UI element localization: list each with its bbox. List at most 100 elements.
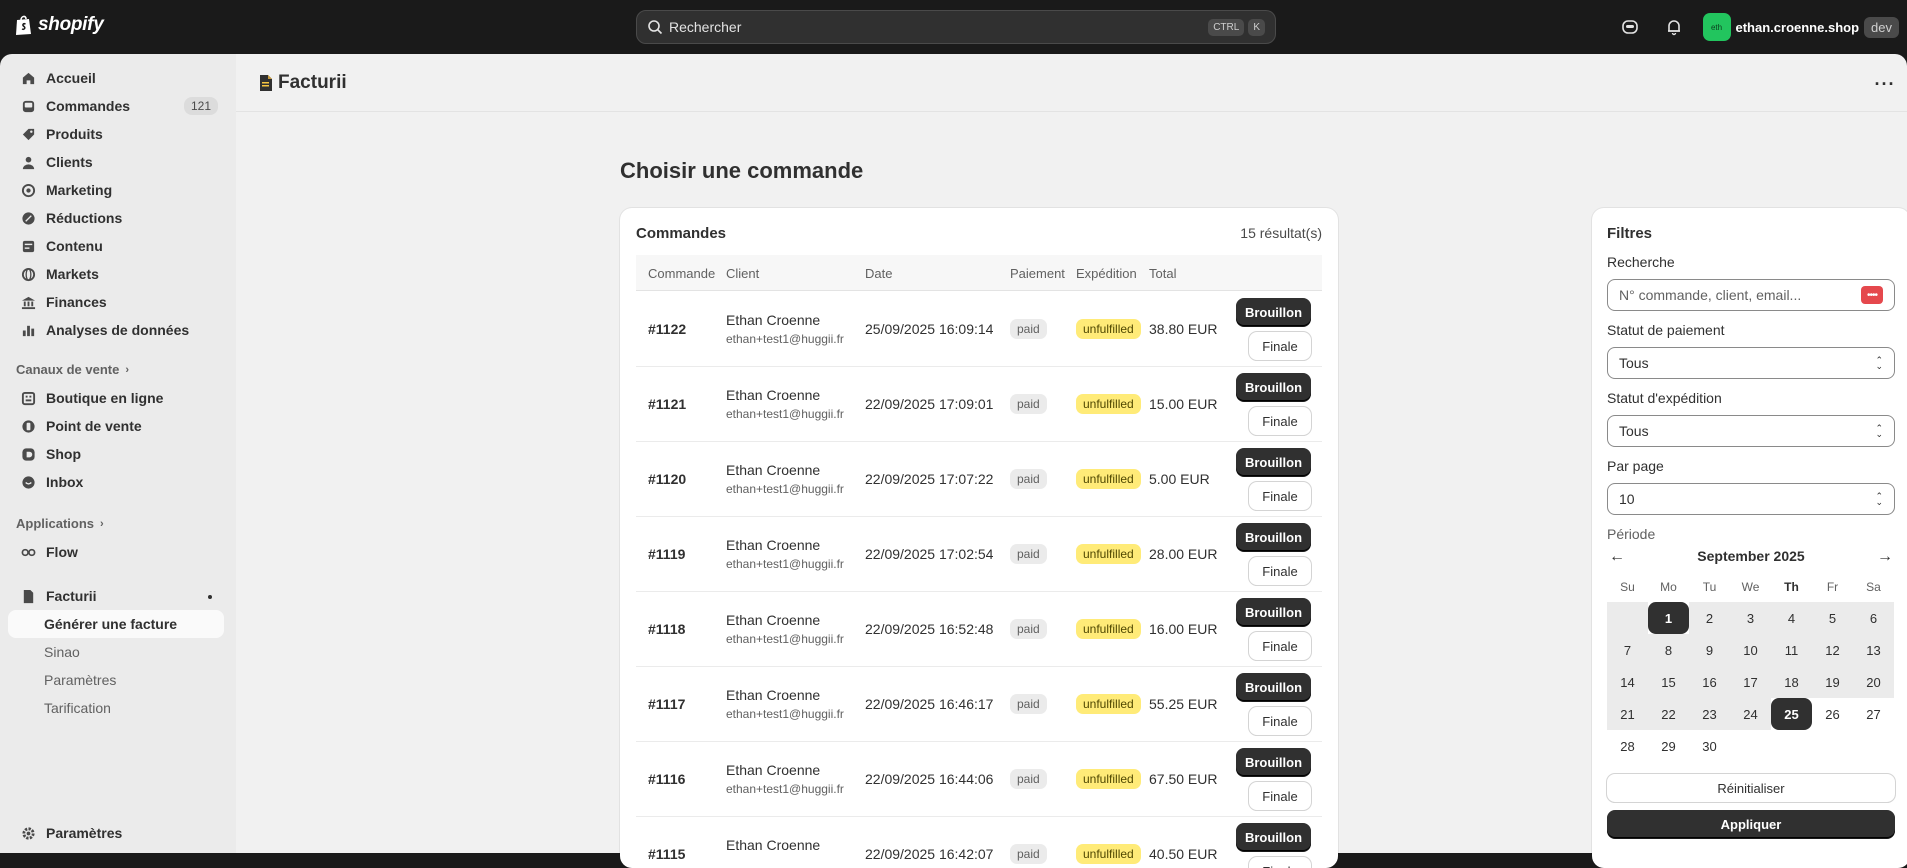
final-button[interactable]: Finale (1249, 557, 1311, 585)
sidebar-item-reductions[interactable]: Réductions (8, 204, 224, 232)
calendar-day[interactable]: 4 (1771, 602, 1812, 634)
customer-name: Ethan Croenne (726, 312, 820, 328)
calendar-day[interactable]: 17 (1730, 666, 1771, 698)
calendar-day[interactable]: 21 (1607, 698, 1648, 730)
calendar-day[interactable]: 5 (1812, 602, 1853, 634)
calendar-day[interactable]: 28 (1607, 730, 1648, 762)
more-actions-icon[interactable]: ··· (1873, 72, 1897, 96)
calendar-day[interactable]: 2 (1689, 602, 1730, 634)
sidebar-subitem-tarification[interactable]: Tarification (44, 700, 111, 716)
table-row: #1117Ethan Croenneethan+test1@huggii.fr2… (636, 667, 1322, 742)
table-row: #1119Ethan Croenneethan+test1@huggii.fr2… (636, 517, 1322, 592)
sidebar-item-inbox[interactable]: Inbox (8, 468, 224, 496)
reset-button[interactable]: Réinitialiser (1607, 774, 1895, 802)
final-button[interactable]: Finale (1249, 332, 1311, 360)
sidebar-subitem-generer[interactable]: Générer une facture (8, 610, 224, 638)
final-button[interactable]: Finale (1249, 632, 1311, 660)
calendar-day[interactable]: 22 (1648, 698, 1689, 730)
sidebar-item-analyses[interactable]: Analyses de données (8, 316, 224, 344)
final-button[interactable]: Finale (1249, 782, 1311, 810)
sidebar-item-commandes[interactable]: Commandes 121 (8, 92, 224, 120)
sidebar-item-finances[interactable]: Finances (8, 288, 224, 316)
draft-button[interactable]: Brouillon (1236, 373, 1311, 401)
draft-button[interactable]: Brouillon (1236, 523, 1311, 551)
calendar-day[interactable]: 30 (1689, 730, 1730, 762)
calendar-day[interactable]: 3 (1730, 602, 1771, 634)
sidebar-item-pos[interactable]: Point de vente (8, 412, 224, 440)
final-button[interactable]: Finale (1249, 482, 1311, 510)
calendar-day[interactable]: 14 (1607, 666, 1648, 698)
sidebar-item-markets[interactable]: Markets (8, 260, 224, 288)
final-button[interactable]: Finale (1249, 857, 1311, 868)
store-switcher[interactable]: eth ethan.croenne.shop dev (1703, 13, 1900, 41)
final-button[interactable]: Finale (1249, 407, 1311, 435)
global-search[interactable]: Rechercher CTRL K (636, 10, 1276, 44)
sidebar-item-label: Commandes (46, 98, 130, 114)
sidebar-item-accueil[interactable]: Accueil (8, 64, 224, 92)
filter-search-input[interactable]: N° commande, client, email... •••• (1607, 279, 1895, 311)
shopify-logo[interactable]: shopify (14, 14, 103, 36)
apply-button[interactable]: Appliquer (1607, 810, 1895, 838)
calendar-day[interactable]: 18 (1771, 666, 1812, 698)
shipping-status-select[interactable]: Tous ⌃⌄ (1607, 415, 1895, 447)
page-header: Facturii ··· (236, 54, 1907, 112)
draft-button[interactable]: Brouillon (1236, 748, 1311, 776)
sidebar-item-settings[interactable]: Paramètres (8, 819, 224, 847)
calendar-day[interactable]: 8 (1648, 634, 1689, 666)
calendar-day[interactable]: 7 (1607, 634, 1648, 666)
calendar-day[interactable]: 26 (1812, 698, 1853, 730)
draft-button[interactable]: Brouillon (1236, 598, 1311, 626)
sidebar-item-boutique[interactable]: Boutique en ligne (8, 384, 224, 412)
customer-email: ethan+test1@huggii.fr (726, 332, 844, 346)
sidekick-icon[interactable] (1615, 12, 1645, 42)
draft-button[interactable]: Brouillon (1236, 823, 1311, 851)
sidebar-item-contenu[interactable]: Contenu (8, 232, 224, 260)
sales-channels-header[interactable]: Canaux de vente › (16, 362, 129, 377)
sidebar-item-flow[interactable]: Flow (8, 538, 224, 566)
calendar-day[interactable]: 24 (1730, 698, 1771, 730)
shopify-bag-icon (14, 14, 34, 36)
payment-status-select[interactable]: Tous ⌃⌄ (1607, 347, 1895, 379)
order-date: 22/09/2025 16:44:06 (865, 771, 993, 787)
draft-button[interactable]: Brouillon (1236, 298, 1311, 326)
arrow-right-icon[interactable]: → (1877, 548, 1893, 566)
calendar-day[interactable]: 15 (1648, 666, 1689, 698)
calendar-day[interactable]: 27 (1853, 698, 1894, 730)
sidebar-subitem-sinao[interactable]: Sinao (44, 644, 80, 660)
calendar-day[interactable]: 13 (1853, 634, 1894, 666)
calendar-day[interactable]: 9 (1689, 634, 1730, 666)
bell-icon[interactable] (1659, 12, 1689, 42)
sidebar-item-label: Paramètres (46, 825, 122, 841)
sidebar-subitem-parametres[interactable]: Paramètres (44, 672, 116, 688)
calendar-day[interactable]: 12 (1812, 634, 1853, 666)
final-button[interactable]: Finale (1249, 707, 1311, 735)
calendar-day[interactable]: 25 (1771, 698, 1812, 730)
draft-button[interactable]: Brouillon (1236, 673, 1311, 701)
select-chevron-icon: ⌃⌄ (1875, 425, 1883, 437)
password-manager-icon[interactable]: •••• (1861, 286, 1883, 304)
calendar-day[interactable]: 11 (1771, 634, 1812, 666)
calendar-day[interactable]: 16 (1689, 666, 1730, 698)
customer-name: Ethan Croenne (726, 462, 820, 478)
calendar-day[interactable]: 20 (1853, 666, 1894, 698)
arrow-left-icon[interactable]: ← (1609, 548, 1625, 566)
calendar-day[interactable]: 29 (1648, 730, 1689, 762)
sidebar-item-marketing[interactable]: Marketing (8, 176, 224, 204)
calendar-day[interactable]: 6 (1853, 602, 1894, 634)
sidebar-item-facturii[interactable]: Facturii (8, 582, 224, 610)
sidebar-item-shop[interactable]: Shop (8, 440, 224, 468)
sidebar-item-clients[interactable]: Clients (8, 148, 224, 176)
calendar-day[interactable]: 19 (1812, 666, 1853, 698)
tag-icon (20, 126, 36, 142)
calendar-day[interactable]: 10 (1730, 634, 1771, 666)
payment-status-label: Statut de paiement (1607, 322, 1725, 338)
calendar-day[interactable]: 23 (1689, 698, 1730, 730)
applications-header[interactable]: Applications › (16, 516, 104, 531)
draft-button[interactable]: Brouillon (1236, 448, 1311, 476)
calendar-day[interactable]: 1 (1648, 602, 1689, 634)
per-page-select[interactable]: 10 ⌃⌄ (1607, 483, 1895, 515)
payment-badge: paid (1010, 319, 1047, 339)
customer-email: ethan+test1@huggii.fr (726, 557, 844, 571)
sidebar-item-produits[interactable]: Produits (8, 120, 224, 148)
filters-title: Filtres (1607, 225, 1652, 242)
